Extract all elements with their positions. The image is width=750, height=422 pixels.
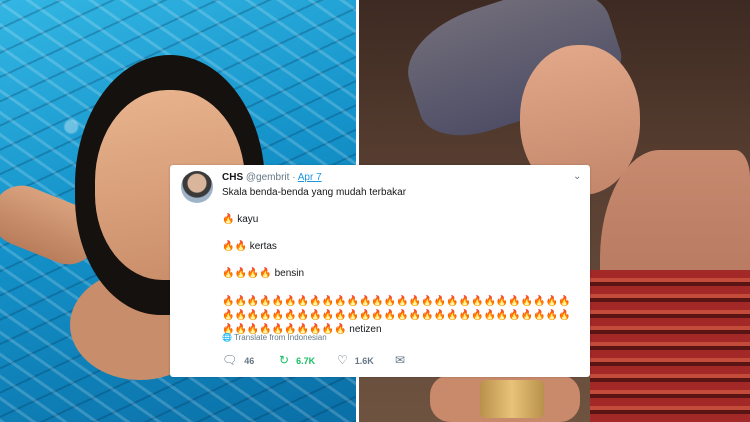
handle[interactable]: @gembrit — [246, 172, 290, 183]
tweet-card[interactable]: CHS @gembrit · Apr 7 ⌄ Skala benda-benda… — [170, 165, 590, 377]
gold-cuff — [480, 380, 544, 418]
scale-label: kayu — [237, 214, 259, 225]
display-name[interactable]: CHS — [222, 172, 243, 183]
fire-emoji: 🔥🔥🔥🔥 — [222, 268, 272, 279]
chevron-down-icon[interactable]: ⌄ — [573, 171, 581, 182]
reply-icon: 🗨 — [222, 353, 238, 367]
translate-link[interactable]: 🌐 Translate from Indonesian — [222, 333, 327, 342]
like-count: 1.6K — [354, 356, 374, 366]
scale-line-netizen: 🔥🔥🔥🔥🔥🔥🔥🔥🔥🔥🔥🔥🔥🔥🔥🔥🔥🔥🔥🔥🔥🔥🔥🔥🔥🔥🔥🔥🔥🔥🔥🔥🔥🔥🔥🔥🔥🔥🔥🔥… — [222, 295, 582, 337]
woven-cloth — [590, 270, 750, 422]
scale-label: kertas — [249, 241, 277, 252]
scale-label: bensin — [274, 268, 305, 279]
scale-line: 🔥 kayu — [222, 213, 258, 226]
fire-emoji: 🔥🔥🔥🔥🔥🔥🔥🔥🔥🔥🔥🔥🔥🔥🔥🔥🔥🔥🔥🔥🔥🔥🔥🔥🔥🔥🔥🔥🔥🔥🔥🔥🔥🔥🔥🔥🔥🔥🔥🔥… — [222, 296, 571, 335]
retweet-count: 6.7K — [296, 356, 316, 366]
retweet-button[interactable]: ↻ 6.7K — [279, 353, 315, 367]
scale-line: 🔥🔥 kertas — [222, 240, 277, 253]
reply-button[interactable]: 🗨 46 — [222, 353, 254, 367]
retweet-icon: ↻ — [279, 353, 290, 367]
tweet-intro: Skala benda-benda yang mudah terbakar — [222, 187, 407, 198]
separator: · — [292, 172, 296, 183]
heart-icon: ♡ — [337, 353, 348, 367]
reply-count: 46 — [244, 356, 255, 366]
tweet-header: CHS @gembrit · Apr 7 — [222, 172, 322, 183]
tweet-date[interactable]: Apr 7 — [298, 172, 322, 183]
like-button[interactable]: ♡ 1.6K — [337, 353, 374, 367]
avatar[interactable] — [181, 171, 213, 203]
message-button[interactable]: ✉ — [395, 353, 412, 367]
fire-emoji: 🔥 — [222, 214, 235, 225]
envelope-icon: ✉ — [395, 353, 406, 367]
globe-icon: 🌐 — [222, 333, 232, 342]
scale-line: 🔥🔥🔥🔥 bensin — [222, 267, 304, 280]
fire-emoji: 🔥🔥 — [222, 241, 247, 252]
tweet-actions: 🗨 46 ↻ 6.7K ♡ 1.6K ✉ — [222, 353, 422, 367]
scale-label: netizen — [349, 324, 382, 335]
